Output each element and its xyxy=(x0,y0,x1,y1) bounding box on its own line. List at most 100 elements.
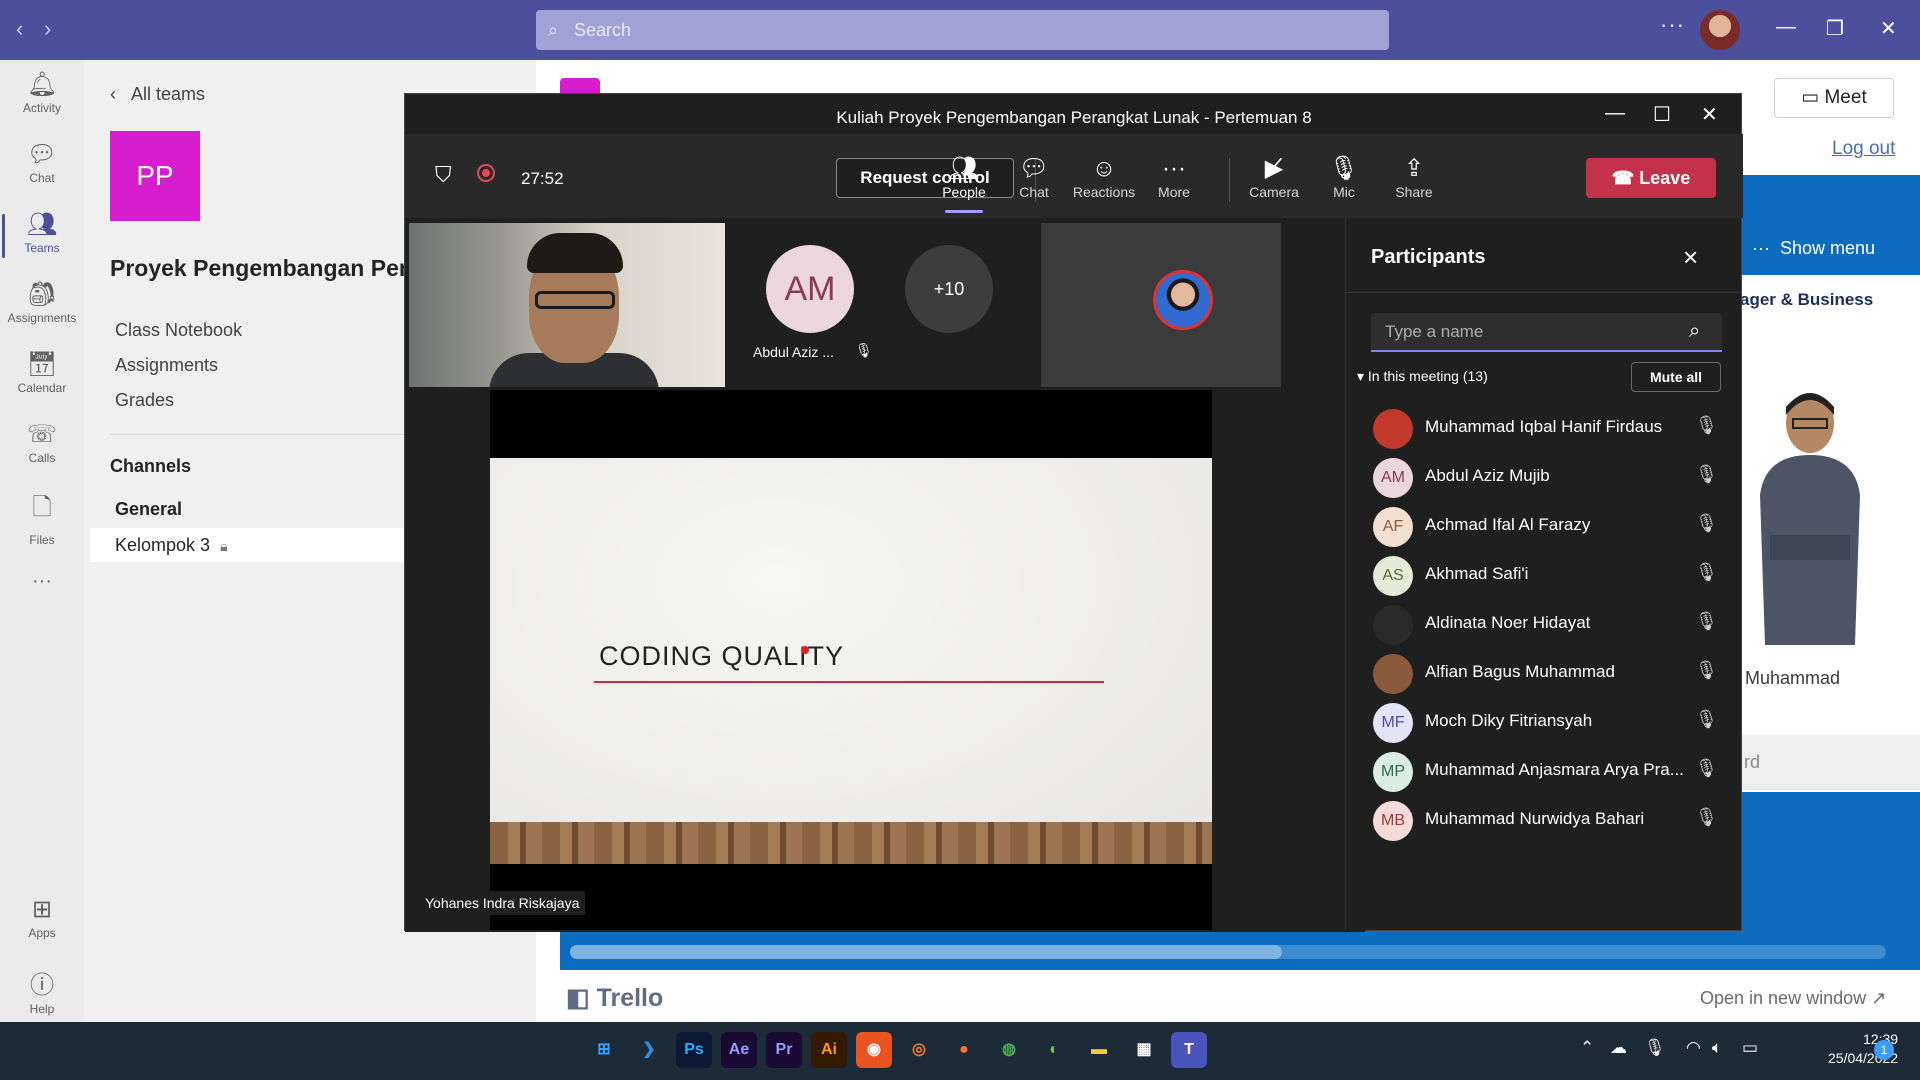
meeting-window: Kuliah Proyek Pengembangan Perangkat Lun… xyxy=(404,93,1743,932)
battery-icon[interactable]: ▭ xyxy=(1742,1038,1758,1058)
rail-assignments[interactable]: 🎒︎ Assignments xyxy=(0,280,84,325)
participant-row[interactable]: Muhammad Iqbal Hanif Firdaus 🎙︎ xyxy=(1373,405,1723,453)
participant-search-input[interactable]: Type a name xyxy=(1371,313,1722,352)
rail-teams[interactable]: 👥︎ Teams xyxy=(0,210,84,258)
mute-all-button[interactable]: Mute all xyxy=(1631,362,1721,392)
phone-icon: ☏ xyxy=(26,421,57,448)
mic-off-icon[interactable]: 🎙︎ xyxy=(1695,464,1718,485)
channels-heading: Channels xyxy=(110,456,192,476)
rail-help[interactable]: ⓘ Help xyxy=(0,965,84,1016)
participant-row[interactable]: AS Akhmad Safi'i 🎙︎ xyxy=(1373,552,1723,600)
mic-off-icon[interactable]: 🎙︎ xyxy=(1695,807,1718,828)
logout-link[interactable]: Log out xyxy=(1832,138,1895,160)
show-menu-button[interactable]: ··· Show menu xyxy=(1752,228,1890,268)
more-button[interactable]: ··· More xyxy=(1139,154,1209,200)
participant-avatar: AS xyxy=(1373,556,1413,596)
participant-row[interactable]: Aldinata Noer Hidayat 🎙︎ xyxy=(1373,601,1723,649)
participant-row[interactable]: AM Abdul Aziz Mujib 🎙︎ xyxy=(1373,454,1723,502)
forward-arrow-icon[interactable]: › xyxy=(44,16,51,42)
people-button[interactable]: 👥︎ People xyxy=(929,154,999,213)
participant-avatar: MP xyxy=(1373,752,1413,792)
mic-off-icon[interactable]: 🎙︎ xyxy=(1695,513,1718,534)
close-icon[interactable]: ✕ xyxy=(1880,16,1897,41)
chrome-icon[interactable]: ◍ xyxy=(991,1032,1027,1068)
all-teams-link[interactable]: ‹ All teams xyxy=(110,84,205,105)
divider xyxy=(110,434,410,435)
reactions-button[interactable]: ☺ Reactions xyxy=(1069,154,1139,200)
channel-general[interactable]: General xyxy=(115,499,182,520)
mic-off-icon[interactable]: 🎙︎ xyxy=(1695,758,1718,779)
after-effects-icon[interactable]: Ae xyxy=(721,1032,757,1068)
horizontal-scrollbar-thumb[interactable] xyxy=(570,945,1282,959)
mic-off-icon[interactable]: 🎙︎ xyxy=(1695,611,1718,632)
participant-row[interactable]: Alfian Bagus Muhammad 🎙︎ xyxy=(1373,650,1723,698)
leave-button[interactable]: ☎ Leave xyxy=(1586,158,1716,198)
chat-icon: 💬︎ xyxy=(1018,155,1050,182)
blender-icon[interactable]: ◎ xyxy=(901,1032,937,1068)
mic-off-icon[interactable]: 🎙︎ xyxy=(1695,709,1718,730)
mic-off-icon[interactable]: 🎙︎ xyxy=(1695,415,1718,436)
camera-button[interactable]: ▶̸ Camera xyxy=(1239,154,1309,200)
search-placeholder: Search xyxy=(574,20,632,40)
overflow-participants[interactable]: +10 xyxy=(905,245,993,333)
in-meeting-section[interactable]: ▾ In this meeting (13) xyxy=(1357,368,1488,385)
slide-title: CODING QUALITY xyxy=(599,641,845,671)
teams-app-icon[interactable]: T xyxy=(1171,1032,1207,1068)
vscode-icon[interactable]: ❯ xyxy=(631,1032,667,1068)
mic-off-icon[interactable]: 🎙︎ xyxy=(1644,1038,1666,1058)
rail-more[interactable]: ··· xyxy=(0,570,84,593)
store-icon[interactable]: ▦ xyxy=(1126,1032,1162,1068)
rail-activity[interactable]: 🔔︎ Activity xyxy=(0,70,84,115)
file-explorer-icon[interactable]: ▬ xyxy=(1081,1032,1117,1068)
globe-app-icon[interactable]: ◐ xyxy=(1036,1032,1072,1068)
shield-icon[interactable]: ⛉ xyxy=(435,162,452,188)
search-input[interactable]: ⌕ Search xyxy=(536,10,1389,50)
user-avatar[interactable] xyxy=(1700,10,1740,50)
grades-link[interactable]: Grades xyxy=(115,390,174,411)
participant-name: Abdul Aziz Mujib xyxy=(1425,466,1550,485)
participant-row[interactable]: MF Moch Diky Fitriansyah 🎙︎ xyxy=(1373,699,1723,747)
photoshop-icon[interactable]: Ps xyxy=(676,1032,712,1068)
participant-row[interactable]: MP Muhammad Anjasmara Arya Pra... 🎙︎ xyxy=(1373,748,1723,796)
back-arrow-icon[interactable]: ‹ xyxy=(16,16,23,42)
mic-off-icon[interactable]: 🎙︎ xyxy=(1695,562,1718,583)
chat-button[interactable]: 💬︎ Chat xyxy=(999,154,1069,200)
teams-icon: 👥︎ xyxy=(26,211,58,238)
cloud-icon[interactable]: ☁ xyxy=(1610,1038,1627,1058)
maximize-icon[interactable]: ❐ xyxy=(1826,16,1844,41)
participant-video[interactable] xyxy=(409,223,725,387)
rail-chat[interactable]: 💬︎ Chat xyxy=(0,140,84,185)
participant-row[interactable]: MB Muhammad Nurwidya Bahari 🎙︎ xyxy=(1373,797,1723,845)
volume-icon[interactable]: 🔈︎ xyxy=(1712,1038,1722,1058)
rail-apps[interactable]: ⊞ Apps xyxy=(0,895,84,940)
search-icon[interactable]: ⌕ xyxy=(1689,320,1700,343)
windows-start-icon[interactable]: ⊞ xyxy=(586,1032,622,1068)
meet-button[interactable]: ▭ Meet xyxy=(1774,78,1894,118)
firefox-icon[interactable]: ● xyxy=(946,1032,982,1068)
assignments-link[interactable]: Assignments xyxy=(115,355,218,376)
maximize-icon[interactable]: ☐ xyxy=(1653,102,1671,127)
premiere-icon[interactable]: Pr xyxy=(766,1032,802,1068)
mic-button[interactable]: 🎙︎ Mic xyxy=(1309,154,1379,200)
minimize-icon[interactable]: — xyxy=(1776,16,1796,39)
class-notebook-link[interactable]: Class Notebook xyxy=(115,320,242,341)
rail-files[interactable]: 🗋 Files xyxy=(0,490,84,547)
illustrator-icon[interactable]: Ai xyxy=(811,1032,847,1068)
share-button[interactable]: ⇪ Share xyxy=(1379,154,1449,200)
participant-avatar-am[interactable]: AM xyxy=(766,245,854,333)
open-new-window-link[interactable]: Open in new window ↗ xyxy=(1700,988,1886,1009)
settings-more-icon[interactable]: ··· xyxy=(1660,12,1685,38)
ubuntu-icon[interactable]: ◉ xyxy=(856,1032,892,1068)
close-icon[interactable]: × xyxy=(1683,242,1698,273)
participant-row[interactable]: AF Achmad Ifal Al Farazy 🎙︎ xyxy=(1373,503,1723,551)
wifi-icon[interactable]: ◠ xyxy=(1686,1038,1701,1058)
notification-badge[interactable]: 1 xyxy=(1874,1040,1894,1060)
person-name: Muhammad xyxy=(1745,668,1841,688)
chevron-up-icon[interactable]: ⌃ xyxy=(1580,1038,1594,1058)
mic-off-icon[interactable]: 🎙︎ xyxy=(1695,660,1718,681)
minimize-icon[interactable]: — xyxy=(1605,102,1625,125)
rail-calls[interactable]: ☏ Calls xyxy=(0,420,84,465)
bell-icon: 🔔︎ xyxy=(26,71,58,98)
rail-calendar[interactable]: 📅︎ Calendar xyxy=(0,350,84,395)
close-icon[interactable]: ✕ xyxy=(1701,102,1718,127)
